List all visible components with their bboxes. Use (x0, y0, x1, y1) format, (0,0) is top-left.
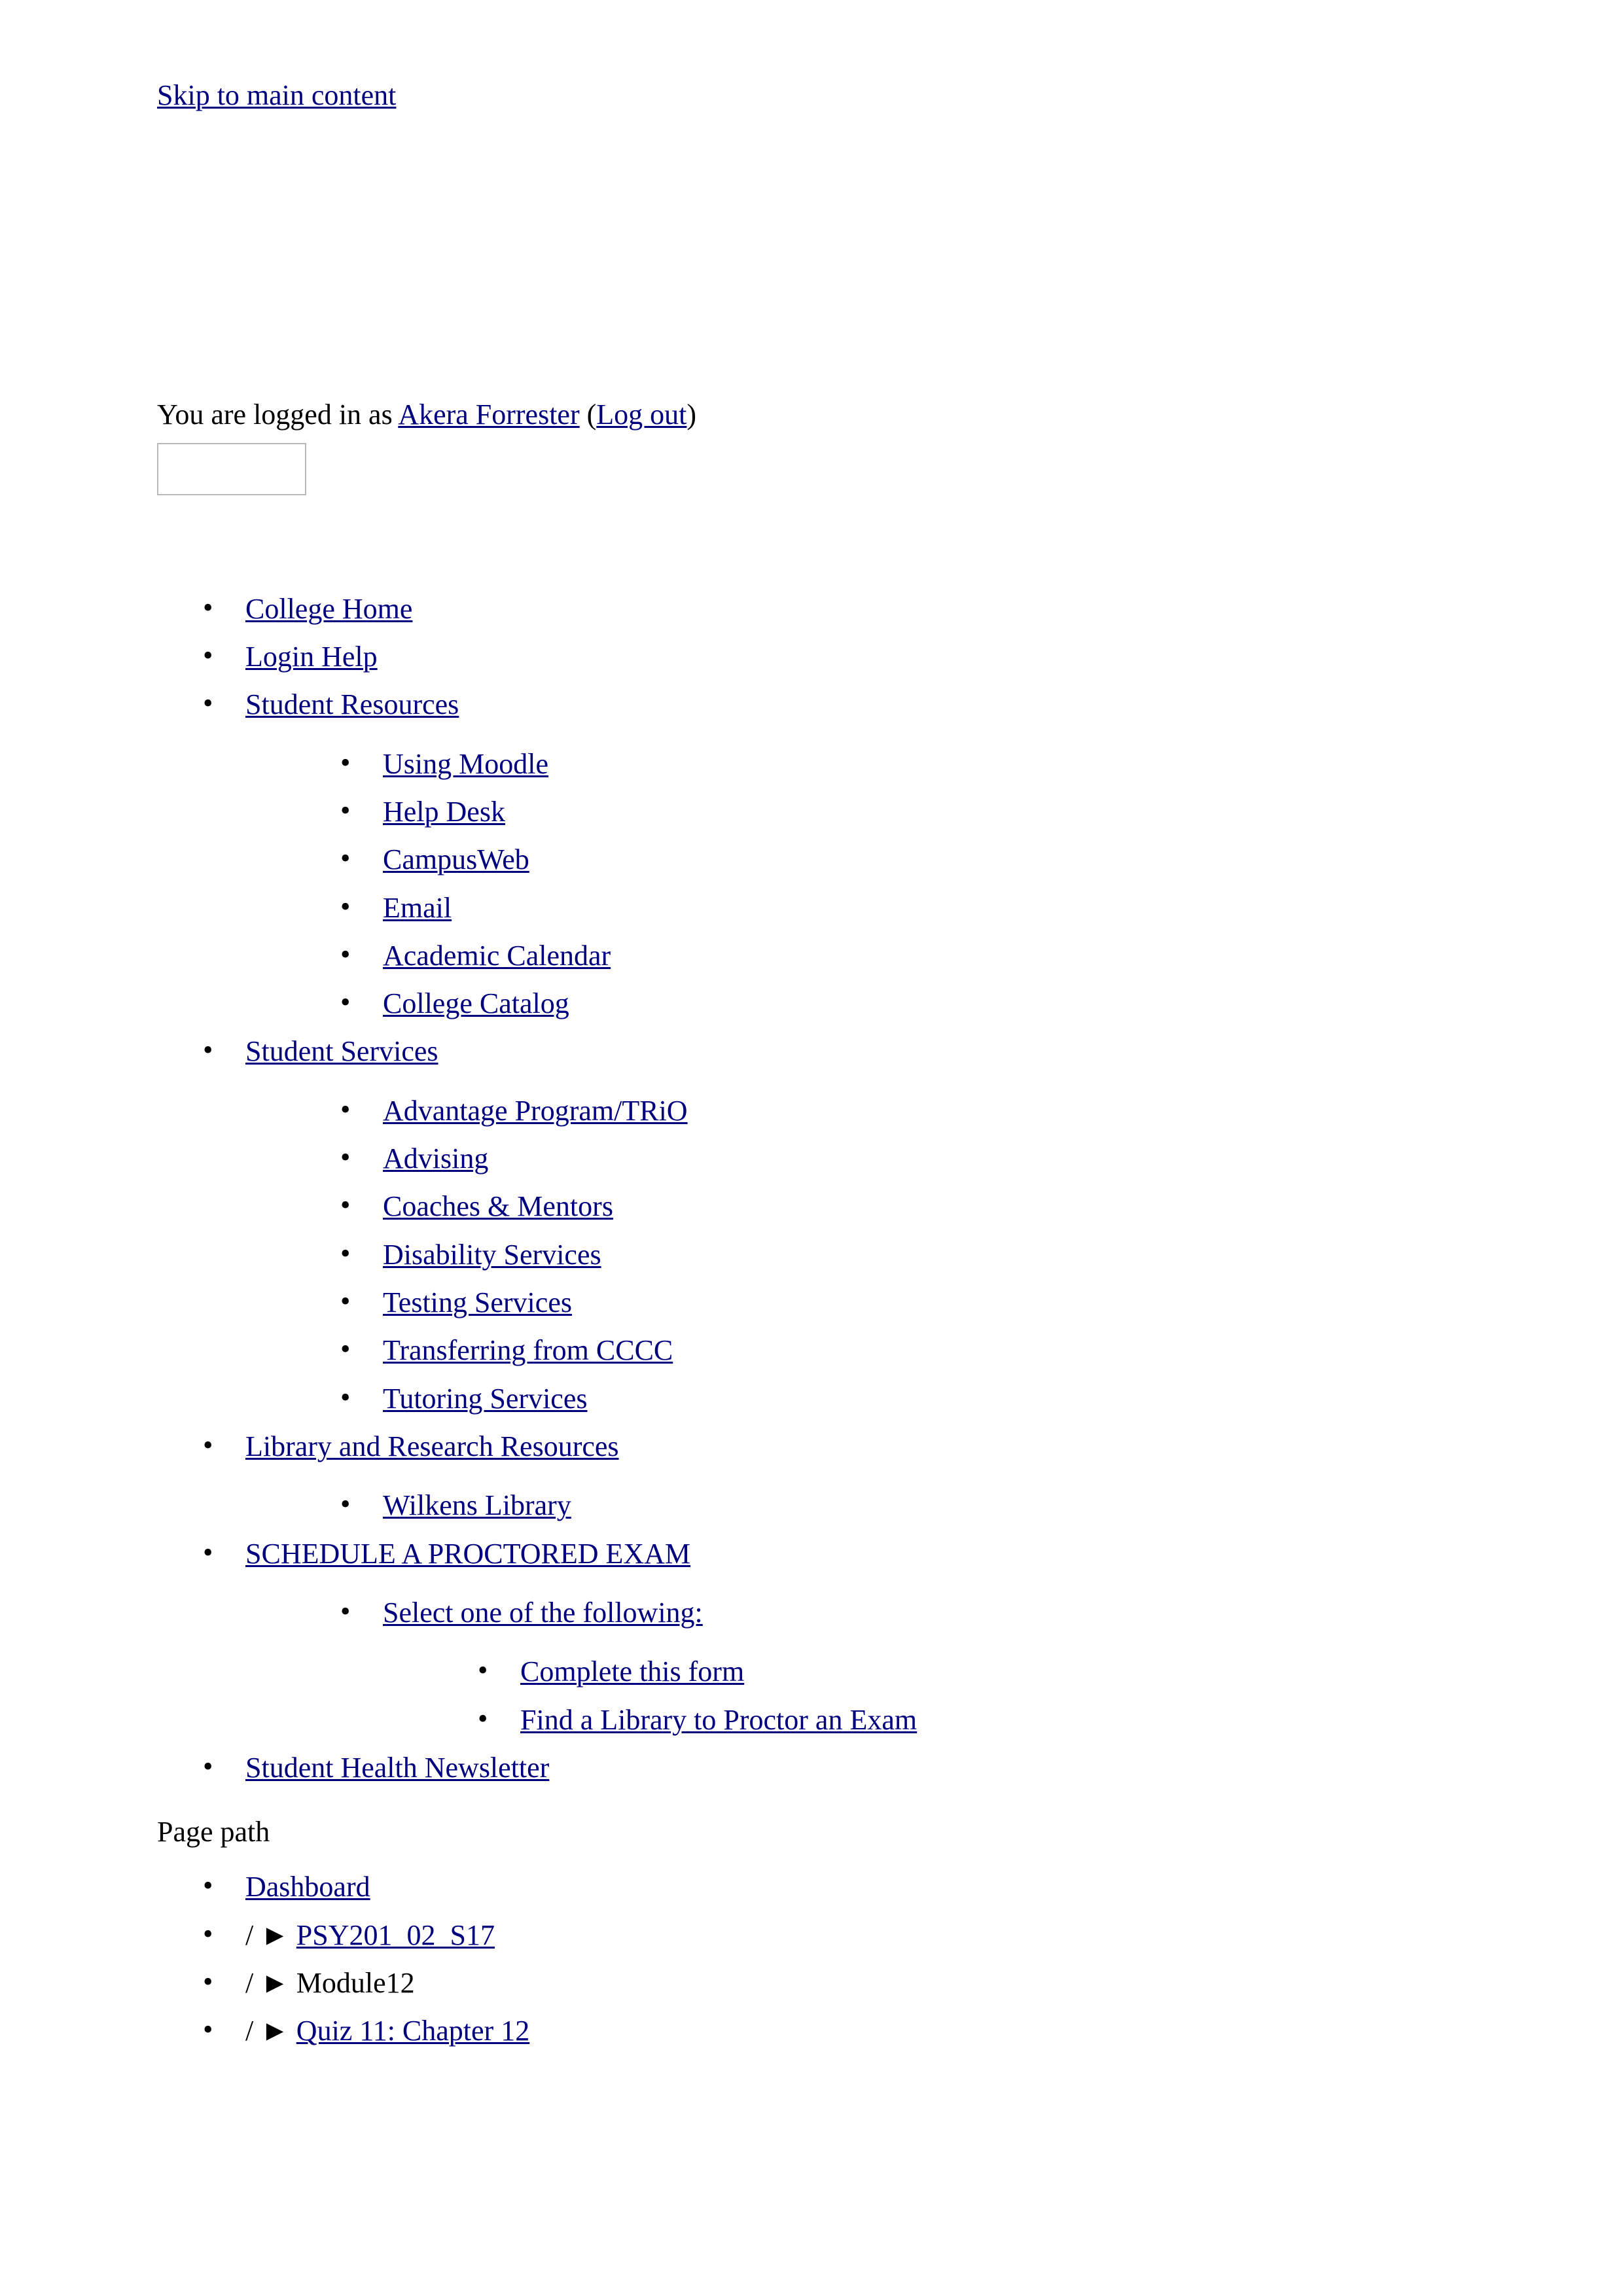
skip-link-region: Skip to main content (0, 0, 1623, 114)
breadcrumb-list: Dashboard / ► PSY201_02_S17 / ► Module12… (157, 1867, 1623, 2049)
menu-link-email[interactable]: Email (383, 892, 452, 924)
menu-link-transferring-from-cccc[interactable]: Transferring from CCCC (383, 1334, 673, 1366)
menu-link-college-home[interactable]: College Home (245, 593, 412, 625)
custom-menu-level-1: College Home Login Help Student Resource… (0, 590, 1623, 1787)
custom-menu: College Home Login Help Student Resource… (0, 590, 1623, 1787)
breadcrumb-item-course[interactable]: / ► PSY201_02_S17 (203, 1916, 1623, 1954)
menu-item-disability-services[interactable]: Disability Services (340, 1235, 1623, 1273)
menu-item-college-home[interactable]: College Home (203, 590, 1623, 627)
submenu-library-research-resources: Wilkens Library (245, 1486, 1623, 1524)
menu-item-transferring-from-cccc[interactable]: Transferring from CCCC (340, 1331, 1623, 1369)
site-banner-spacer (0, 114, 1623, 397)
menu-link-disability-services[interactable]: Disability Services (383, 1239, 601, 1271)
user-profile-link[interactable]: Akera Forrester (398, 398, 579, 431)
menu-link-campusweb[interactable]: CampusWeb (383, 843, 529, 875)
close-paren: ) (687, 398, 697, 431)
submenu-student-services: Advantage Program/TRiO Advising Coaches … (245, 1091, 1623, 1417)
menu-link-student-services[interactable]: Student Services (245, 1035, 438, 1067)
menu-link-college-catalog[interactable]: College Catalog (383, 987, 569, 1019)
breadcrumb-link-dashboard[interactable]: Dashboard (245, 1871, 370, 1903)
menu-link-student-health-newsletter[interactable]: Student Health Newsletter (245, 1752, 549, 1784)
triangle-right-icon: ► (260, 1918, 289, 1951)
menu-item-campusweb[interactable]: CampusWeb (340, 840, 1623, 878)
skip-to-main-content-link[interactable]: Skip to main content (157, 79, 396, 111)
menu-item-academic-calendar[interactable]: Academic Calendar (340, 936, 1623, 974)
logged-in-as-line: You are logged in as Akera Forrester (Lo… (157, 397, 1623, 433)
breadcrumb-separator: / (245, 1918, 254, 1951)
menu-item-using-moodle[interactable]: Using Moodle (340, 745, 1623, 783)
submenu-select-one-options: Complete this form Find a Library to Pro… (383, 1652, 1623, 1739)
submenu-student-resources: Using Moodle Help Desk CampusWeb Email A… (245, 745, 1623, 1023)
triangle-right-icon: ► (260, 1967, 289, 2000)
breadcrumb-item-dashboard[interactable]: Dashboard (203, 1867, 1623, 1905)
breadcrumb: Page path Dashboard / ► PSY201_02_S17 / … (0, 1814, 1623, 2050)
submenu-schedule-proctored-exam: Select one of the following: Complete th… (245, 1593, 1623, 1739)
menu-item-select-one-of-the-following[interactable]: Select one of the following: Complete th… (340, 1593, 1623, 1739)
menu-link-tutoring-services[interactable]: Tutoring Services (383, 1383, 588, 1415)
breadcrumb-separator: / (245, 1967, 254, 2000)
menu-link-schedule-proctored-exam[interactable]: SCHEDULE A PROCTORED EXAM (245, 1538, 690, 1570)
menu-link-academic-calendar[interactable]: Academic Calendar (383, 940, 611, 972)
menu-link-student-resources[interactable]: Student Resources (245, 688, 459, 720)
menu-item-tutoring-services[interactable]: Tutoring Services (340, 1379, 1623, 1417)
breadcrumb-separator: / (245, 2015, 254, 2047)
menu-item-advising[interactable]: Advising (340, 1139, 1623, 1177)
triangle-right-icon: ► (260, 2015, 289, 2047)
menu-item-coaches-mentors[interactable]: Coaches & Mentors (340, 1187, 1623, 1225)
menu-link-coaches-mentors[interactable]: Coaches & Mentors (383, 1190, 613, 1222)
menu-link-select-one-of-the-following[interactable]: Select one of the following: (383, 1597, 703, 1629)
menu-link-wilkens-library[interactable]: Wilkens Library (383, 1489, 571, 1521)
menu-item-testing-services[interactable]: Testing Services (340, 1283, 1623, 1321)
logout-link[interactable]: Log out (596, 398, 687, 431)
breadcrumb-item-module: / ► Module12 (203, 1964, 1623, 2002)
menu-link-login-help[interactable]: Login Help (245, 641, 378, 673)
breadcrumb-link-course[interactable]: PSY201_02_S17 (296, 1919, 495, 1951)
menu-item-college-catalog[interactable]: College Catalog (340, 984, 1623, 1022)
menu-link-help-desk[interactable]: Help Desk (383, 796, 505, 828)
breadcrumb-heading: Page path (157, 1816, 270, 1848)
breadcrumb-link-quiz[interactable]: Quiz 11: Chapter 12 (296, 2015, 529, 2047)
login-info-region: You are logged in as Akera Forrester (Lo… (0, 397, 1623, 495)
menu-item-wilkens-library[interactable]: Wilkens Library (340, 1486, 1623, 1524)
menu-link-library-research-resources[interactable]: Library and Research Resources (245, 1430, 619, 1462)
menu-item-schedule-proctored-exam[interactable]: SCHEDULE A PROCTORED EXAM Select one of … (203, 1534, 1623, 1739)
open-paren: ( (586, 398, 597, 431)
logged-in-as-prefix: You are logged in as (157, 398, 393, 431)
menu-link-testing-services[interactable]: Testing Services (383, 1286, 572, 1318)
menu-item-help-desk[interactable]: Help Desk (340, 792, 1623, 830)
menu-item-email[interactable]: Email (340, 888, 1623, 927)
menu-link-complete-this-form[interactable]: Complete this form (520, 1655, 744, 1687)
menu-item-student-health-newsletter[interactable]: Student Health Newsletter (203, 1748, 1623, 1786)
menu-item-login-help[interactable]: Login Help (203, 637, 1623, 675)
menu-link-advising[interactable]: Advising (383, 1142, 488, 1174)
menu-item-find-a-library-to-proctor-an-exam[interactable]: Find a Library to Proctor an Exam (478, 1700, 1623, 1739)
menu-item-complete-this-form[interactable]: Complete this form (478, 1652, 1623, 1690)
menu-item-advantage-program-trio[interactable]: Advantage Program/TRiO (340, 1091, 1623, 1129)
menu-item-student-resources[interactable]: Student Resources Using Moodle Help Desk… (203, 685, 1623, 1023)
menu-link-using-moodle[interactable]: Using Moodle (383, 748, 548, 780)
menu-item-library-research-resources[interactable]: Library and Research Resources Wilkens L… (203, 1427, 1623, 1525)
menu-item-student-services[interactable]: Student Services Advantage Program/TRiO … (203, 1032, 1623, 1417)
menu-link-advantage-program-trio[interactable]: Advantage Program/TRiO (383, 1095, 688, 1127)
menu-link-find-a-library-to-proctor-an-exam[interactable]: Find a Library to Proctor an Exam (520, 1704, 917, 1736)
user-avatar-placeholder (157, 442, 306, 495)
breadcrumb-text-module: Module12 (296, 1967, 415, 2000)
breadcrumb-item-quiz[interactable]: / ► Quiz 11: Chapter 12 (203, 2011, 1623, 2049)
